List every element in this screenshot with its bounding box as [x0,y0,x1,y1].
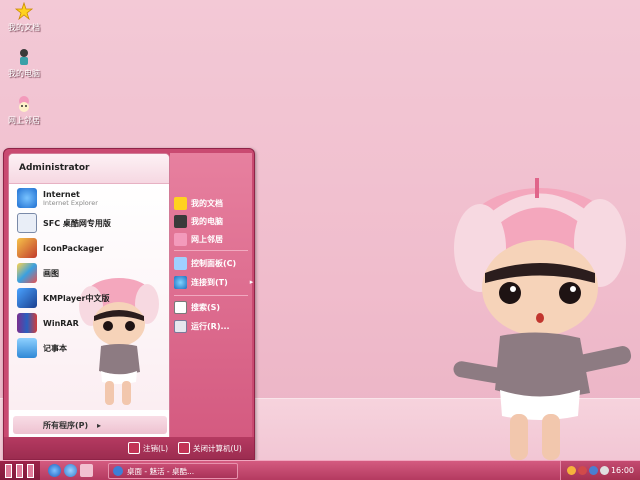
program-subtitle: Internet Explorer [43,198,98,207]
taskbar: 桌面 - 魅活 - 桌酷... 16:00 [0,460,640,480]
all-programs-button[interactable]: 所有程序(P) ▸ [13,416,167,434]
logoff-icon [128,442,140,454]
menu-item-label: 连接到(T) [191,277,228,287]
program-kmplayer[interactable]: KMPlayer中文版 [17,287,110,309]
all-programs-label: 所有程序(P) [43,421,89,430]
program-title: 记事本 [43,343,67,353]
desktop-icon-label: 我的电脑 [8,69,40,78]
system-tray: 16:00 [560,461,640,480]
program-notepad[interactable]: 记事本 [17,337,67,359]
tray-security-icon[interactable] [578,466,587,475]
menu-item-search[interactable]: 搜索(S) [174,299,220,315]
start-button-segment [5,464,12,478]
start-menu-left-pane: Administrator Internet Internet Explorer… [8,153,170,439]
quicklaunch-media-icon[interactable] [64,464,77,477]
program-sfc[interactable]: SFC 桌酷网专用版 [17,212,111,234]
program-list: Internet Internet Explorer SFC 桌酷网专用版 Ic… [9,184,169,410]
control-panel-icon [174,256,187,270]
menu-item-label: 我的文档 [191,198,223,208]
menu-item-control-panel[interactable]: 控制面板(C) [174,255,236,271]
program-winrar[interactable]: WinRAR [17,312,79,334]
menu-separator [174,295,248,296]
start-button-segment [27,464,34,478]
menu-item-label: 我的电脑 [191,216,223,226]
tray-volume-icon[interactable] [600,466,609,475]
quicklaunch-desktop-icon[interactable] [80,464,93,477]
desktop-icon-label: 网上邻居 [8,116,40,125]
menu-item-label: 网上邻居 [191,234,223,244]
tray-user-icon[interactable] [567,466,576,475]
shutdown-label: 关闭计算机(U) [193,443,242,453]
taskbar-item-label: 桌面 - 魅活 - 桌酷... [127,466,195,476]
program-iconpackager[interactable]: IconPackager [17,237,104,259]
arrow-right-icon: ▸ [249,278,254,286]
menu-item-network[interactable]: 网上邻居 [174,231,223,247]
paint-icon [17,263,37,283]
desktop-icon-network[interactable]: 网上邻居 [2,95,46,126]
start-menu-right-pane: 我的文档 我的电脑 网上邻居 控制面板(C) 连接到(T) ▸ 搜索(S) 运行… [170,153,253,439]
menu-item-my-documents[interactable]: 我的文档 [174,195,223,211]
program-title: Internet [43,189,80,199]
quicklaunch-ie-icon[interactable] [48,464,61,477]
program-title: SFC 桌酷网专用版 [43,218,111,228]
tray-network-icon[interactable] [589,466,598,475]
arrow-right-icon: ▸ [96,421,101,430]
program-title: 画图 [43,268,59,278]
window-icon [113,466,123,476]
menu-item-label: 控制面板(C) [191,258,237,268]
network-icon [15,95,33,113]
user-name: Administrator [9,154,169,184]
program-title: KMPlayer中文版 [43,293,110,303]
notepad-icon [17,338,37,358]
menu-item-label: 运行(R)... [191,321,230,331]
program-internet-explorer[interactable]: Internet Internet Explorer [17,187,98,209]
menu-separator [174,250,248,251]
connect-icon [174,275,187,289]
menu-item-connect-to[interactable]: 连接到(T) ▸ [174,274,253,290]
logoff-button[interactable]: 注销(L) [128,441,168,455]
run-icon [174,319,187,333]
program-paint[interactable]: 画图 [17,262,59,284]
network-icon [174,232,187,246]
start-button-segment [16,464,23,478]
star-icon [14,1,34,21]
desktop-icon-label: 我的文档 [8,23,40,32]
shutdown-button[interactable]: 关闭计算机(U) [178,441,242,455]
program-title: WinRAR [43,318,79,328]
menu-item-label: 搜索(S) [191,302,221,312]
taskbar-item[interactable]: 桌面 - 魅活 - 桌酷... [108,463,238,479]
clock[interactable]: 16:00 [611,466,634,475]
sfc-icon [17,213,37,233]
start-menu-footer: 注销(L) 关闭计算机(U) [4,437,254,459]
search-icon [174,300,187,314]
winrar-icon [17,313,37,333]
power-icon [178,442,190,454]
menu-item-run[interactable]: 运行(R)... [174,318,230,334]
star-icon [174,196,187,210]
desktop-icon-my-computer[interactable]: 我的电脑 [2,48,46,79]
menu-item-my-computer[interactable]: 我的电脑 [174,213,223,229]
iconpackager-icon [17,238,37,258]
kmplayer-icon [17,288,37,308]
doll-illustration [453,178,632,460]
computer-icon [174,214,187,228]
start-menu: Administrator Internet Internet Explorer… [3,148,255,460]
program-title: IconPackager [43,243,104,253]
ie-icon [17,188,37,208]
logoff-label: 注销(L) [143,443,169,453]
desktop-icon-my-documents[interactable]: 我的文档 [2,1,46,33]
start-button[interactable] [0,461,40,480]
computer-icon [15,48,33,66]
